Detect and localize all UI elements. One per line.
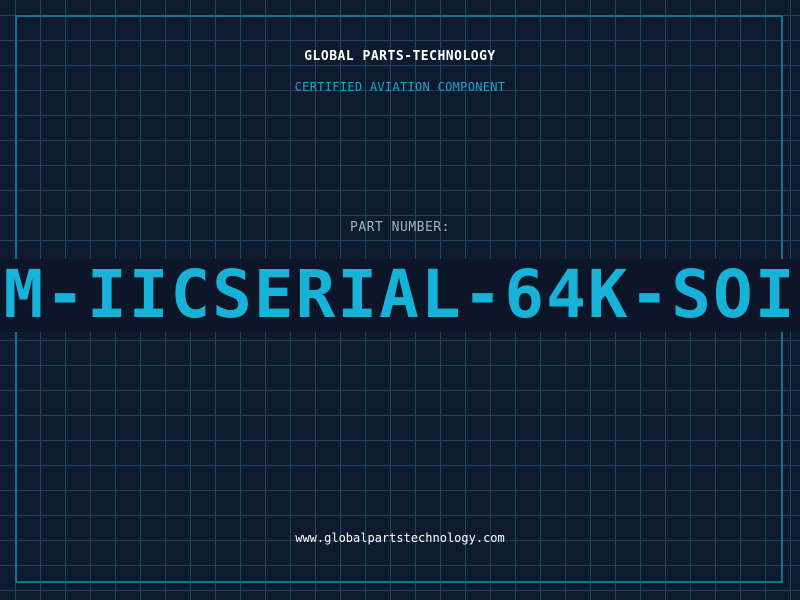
website-url: www.globalpartstechnology.com [295, 531, 505, 545]
company-name: GLOBAL PARTS-TECHNOLOGY [304, 49, 496, 64]
part-number-value: M-IICSERIAL-64K-SOI [3, 259, 797, 332]
certification-subtitle: CERTIFIED AVIATION COMPONENT [294, 80, 506, 94]
part-number-band: M-IICSERIAL-64K-SOI [0, 259, 800, 332]
part-number-label: PART NUMBER: [350, 220, 450, 235]
